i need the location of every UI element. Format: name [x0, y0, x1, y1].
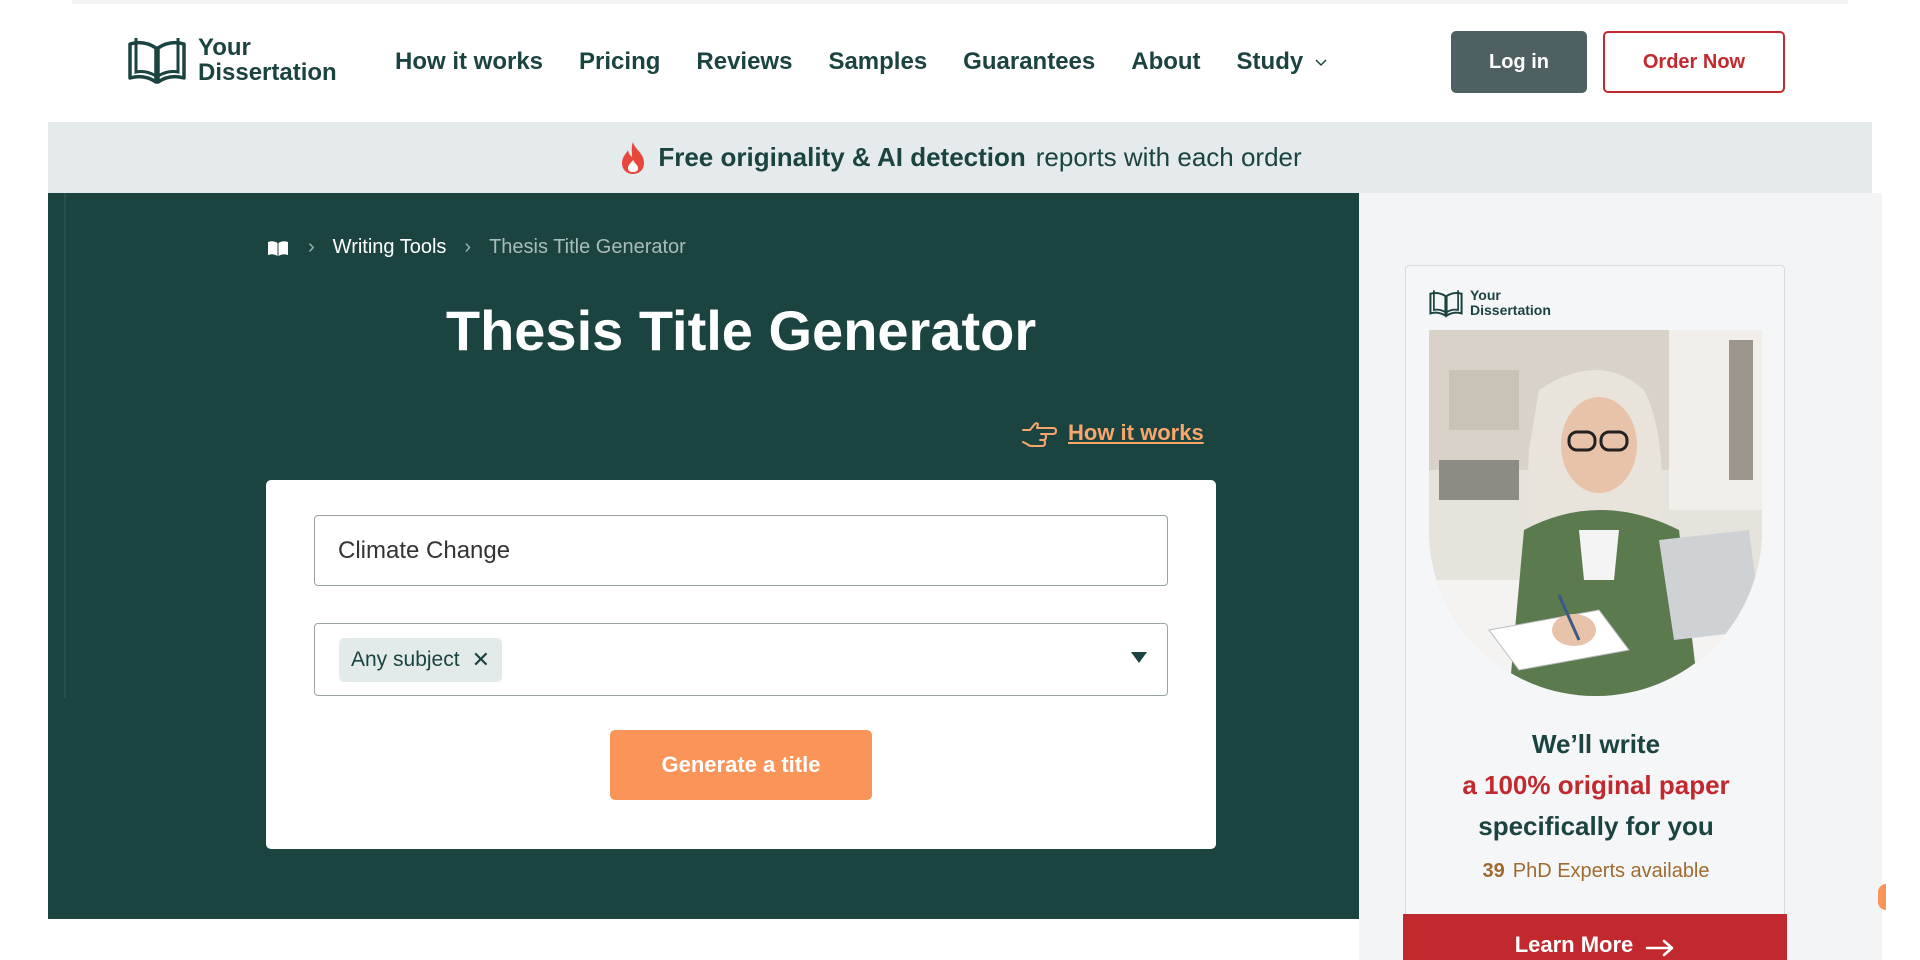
login-button[interactable]: Log in [1451, 31, 1587, 93]
nav-how-it-works[interactable]: How it works [395, 48, 543, 76]
generate-title-button[interactable]: Generate a title [610, 730, 872, 800]
ad-headline-line-3: specifically for you [1478, 811, 1714, 841]
book-logo-icon [128, 38, 186, 84]
writer-illustration [1429, 330, 1762, 696]
breadcrumb: › Writing Tools › Thesis Title Generator [266, 236, 686, 259]
breadcrumb-writing-tools[interactable]: Writing Tools [333, 236, 447, 259]
experts-count: 39 [1482, 860, 1505, 882]
chevron-right-icon: › [464, 236, 472, 258]
logo-line-1: Your [198, 34, 251, 61]
topic-input[interactable]: Climate Change [314, 515, 1168, 586]
promo-ad-card: Your Dissertation We’ll write a 100% ori… [1405, 265, 1785, 960]
site-logo[interactable]: Your Dissertation [126, 34, 337, 86]
learn-more-button[interactable]: Learn More [1403, 914, 1787, 960]
how-it-works-label: How it works [1068, 420, 1204, 445]
ad-logo-line-1: Your [1470, 287, 1501, 303]
nav-reviews[interactable]: Reviews [696, 48, 792, 76]
promo-bar: Free originality & AI detection reports … [48, 122, 1872, 193]
breadcrumb-current: Thesis Title Generator [489, 236, 686, 258]
site-header: Your Dissertation How it works Pricing R… [48, 4, 1872, 122]
nav-guarantees[interactable]: Guarantees [963, 48, 1095, 76]
generator-card: Climate Change Any subject ✕ Generate a … [266, 480, 1216, 849]
side-tab-edge [1878, 884, 1886, 910]
nav-pricing[interactable]: Pricing [579, 48, 660, 76]
chevron-down-icon [1315, 59, 1327, 67]
pointing-hand-icon [1022, 422, 1057, 447]
ad-headline-line-1: We’ll write [1531, 729, 1661, 759]
promo-bold-text: Free originality & AI detection [658, 142, 1026, 172]
dropdown-arrow-icon[interactable] [1131, 652, 1147, 663]
main-nav: How it works Pricing Reviews Samples Gua… [395, 48, 1329, 76]
order-now-button[interactable]: Order Now [1603, 31, 1785, 93]
ad-headline: We’ll write a 100% original paper specif… [1406, 724, 1784, 847]
book-logo-icon [1429, 290, 1463, 318]
nav-study[interactable]: Study [1237, 48, 1330, 76]
hero-decor-line [64, 193, 66, 698]
close-icon[interactable]: ✕ [472, 647, 490, 673]
page-title: Thesis Title Generator [445, 299, 1037, 362]
nav-about[interactable]: About [1131, 48, 1200, 76]
fire-icon [622, 141, 645, 174]
learn-more-label: Learn More [1514, 932, 1634, 957]
logo-line-2: Dissertation [198, 59, 337, 86]
arrow-right-icon [1646, 939, 1674, 957]
experts-available: 39 PhD Experts available [1406, 860, 1784, 883]
experts-label: PhD Experts available [1512, 860, 1710, 882]
subject-chip: Any subject ✕ [339, 638, 502, 682]
nav-study-label: Study [1236, 48, 1304, 75]
ad-logo-line-2: Dissertation [1470, 302, 1551, 318]
promo-rest-text: reports with each order [1035, 142, 1302, 172]
logo-text: Your Dissertation [198, 35, 337, 85]
nav-samples[interactable]: Samples [828, 48, 927, 76]
ad-headline-line-2: a 100% original paper [1462, 770, 1730, 800]
subject-chip-label: Any subject [351, 648, 460, 671]
page: Your Dissertation How it works Pricing R… [0, 0, 1920, 960]
how-it-works-link[interactable]: How it works [1020, 416, 1204, 450]
ad-logo: Your Dissertation [1428, 288, 1551, 318]
ad-logo-text: Your Dissertation [1470, 288, 1551, 318]
home-book-icon[interactable] [266, 238, 290, 258]
chevron-right-icon: › [308, 236, 315, 258]
writer-photo [1429, 330, 1762, 696]
subject-select[interactable]: Any subject ✕ [314, 623, 1168, 696]
